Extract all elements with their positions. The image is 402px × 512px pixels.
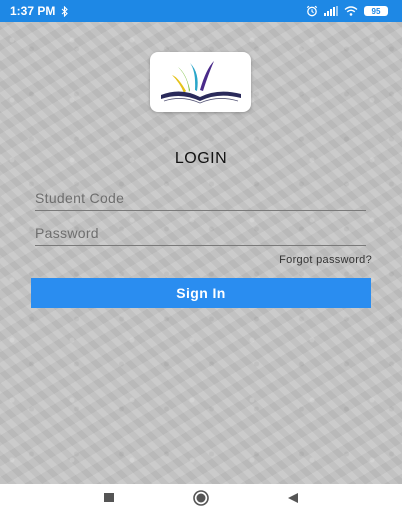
login-title: LOGIN: [174, 150, 228, 167]
login-content: LOGIN Forgot password? Sign In: [0, 22, 402, 484]
status-bar: 1:37 PM 95: [0, 0, 402, 22]
home-button[interactable]: [190, 487, 212, 509]
navigation-bar: [0, 484, 402, 512]
status-right: 95: [306, 5, 388, 17]
login-screen: 1:37 PM 95 LOGIN Student Code Forgot pas…: [0, 0, 402, 512]
password-field: [35, 223, 366, 246]
square-icon: [104, 493, 114, 502]
open-book-logo-icon: [160, 61, 241, 104]
bluetooth-icon: [61, 5, 69, 17]
wifi-icon: [344, 6, 358, 16]
triangle-back-icon: [288, 493, 298, 503]
student-code-field: [35, 188, 366, 211]
recents-button[interactable]: [98, 487, 120, 509]
sign-in-button[interactable]: Sign In: [31, 278, 371, 308]
battery-icon: 95: [364, 6, 388, 16]
status-left: 1:37 PM: [10, 4, 69, 18]
app-logo: [150, 52, 251, 112]
circle-icon: [193, 490, 209, 506]
status-time: 1:37 PM: [10, 4, 56, 18]
back-button[interactable]: [282, 487, 304, 509]
signal-icon: [324, 6, 338, 16]
alarm-icon: [306, 5, 318, 17]
student-code-input[interactable]: [35, 188, 366, 208]
forgot-password-link[interactable]: Forgot password?: [279, 254, 372, 266]
password-input[interactable]: [35, 223, 366, 243]
